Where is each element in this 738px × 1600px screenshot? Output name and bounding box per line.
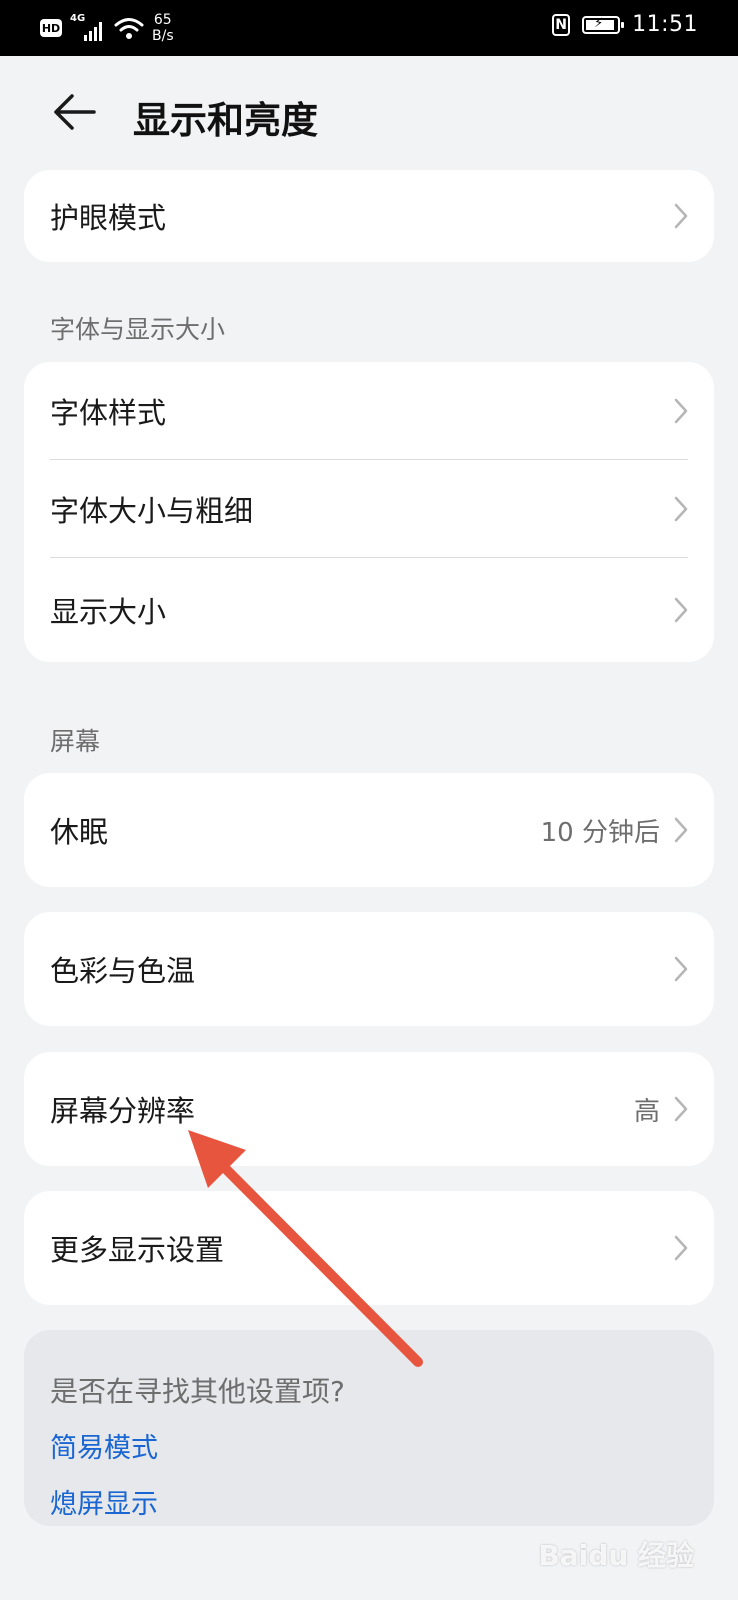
suggestion-question: 是否在寻找其他设置项? (50, 1375, 345, 1408)
watermark-logo: Baidu 经验 (538, 1539, 694, 1572)
page-header: 显示和亮度 (0, 56, 738, 172)
page-title: 显示和亮度 (133, 99, 318, 142)
font-style-label: 字体样式 (50, 396, 167, 430)
display-size-label: 显示大小 (50, 595, 167, 629)
status-bar: HD 4G 65 B/s N ⚡ 11:51 (0, 0, 738, 56)
chevron-right-icon (674, 817, 688, 843)
font-size-weight-row[interactable]: 字体大小与粗细 (24, 460, 714, 558)
resolution-card: 屏幕分辨率 高 (24, 1052, 714, 1166)
eye-comfort-row[interactable]: 护眼模式 (24, 170, 714, 262)
suggestion-card: 是否在寻找其他设置项? 简易模式 熄屏显示 (24, 1330, 714, 1526)
resolution-value: 高 (633, 1096, 660, 1127)
display-size-row[interactable]: 显示大小 (24, 558, 714, 662)
color-temp-label: 色彩与色温 (50, 954, 196, 988)
clock: 11:51 (632, 12, 698, 37)
network-speed-value: 65 (153, 12, 172, 28)
always-on-display-link[interactable]: 熄屏显示 (50, 1482, 688, 1538)
chevron-right-icon (674, 956, 688, 982)
sleep-row[interactable]: 休眠 10 分钟后 (24, 773, 714, 887)
sleep-card: 休眠 10 分钟后 (24, 773, 714, 887)
network-speed: 65 B/s (152, 12, 174, 44)
chevron-right-icon (674, 1096, 688, 1122)
more-display-row[interactable]: 更多显示设置 (24, 1191, 714, 1305)
section-title-screen: 屏幕 (50, 727, 101, 756)
color-temp-card: 色彩与色温 (24, 912, 714, 1026)
network-type-label: 4G (70, 13, 86, 24)
wifi-icon (114, 18, 144, 39)
more-display-card: 更多显示设置 (24, 1191, 714, 1305)
cellular-signal-icon: 4G (70, 13, 106, 41)
chevron-right-icon (674, 1235, 688, 1261)
chevron-right-icon (674, 203, 688, 229)
font-size-weight-label: 字体大小与粗细 (50, 494, 254, 528)
font-settings-card: 字体样式 字体大小与粗细 显示大小 (24, 362, 714, 662)
eye-comfort-card: 护眼模式 (24, 170, 714, 262)
battery-icon: ⚡ (582, 15, 625, 34)
font-style-row[interactable]: 字体样式 (24, 362, 714, 460)
hd-voice-icon: HD (40, 19, 62, 37)
eye-comfort-label: 护眼模式 (50, 201, 167, 235)
resolution-label: 屏幕分辨率 (50, 1094, 196, 1128)
chevron-right-icon (674, 496, 688, 522)
back-arrow-icon[interactable] (50, 92, 98, 132)
resolution-row[interactable]: 屏幕分辨率 高 (24, 1052, 714, 1166)
chevron-right-icon (674, 597, 688, 623)
color-temp-row[interactable]: 色彩与色温 (24, 912, 714, 1026)
sleep-value: 10 分钟后 (540, 817, 660, 848)
more-display-label: 更多显示设置 (50, 1233, 225, 1267)
simple-mode-link[interactable]: 简易模式 (50, 1426, 688, 1482)
section-title-font: 字体与显示大小 (50, 315, 226, 344)
nfc-icon: N (552, 13, 571, 36)
chevron-right-icon (674, 398, 688, 424)
network-speed-unit: B/s (152, 28, 174, 44)
sleep-label: 休眠 (50, 815, 109, 849)
